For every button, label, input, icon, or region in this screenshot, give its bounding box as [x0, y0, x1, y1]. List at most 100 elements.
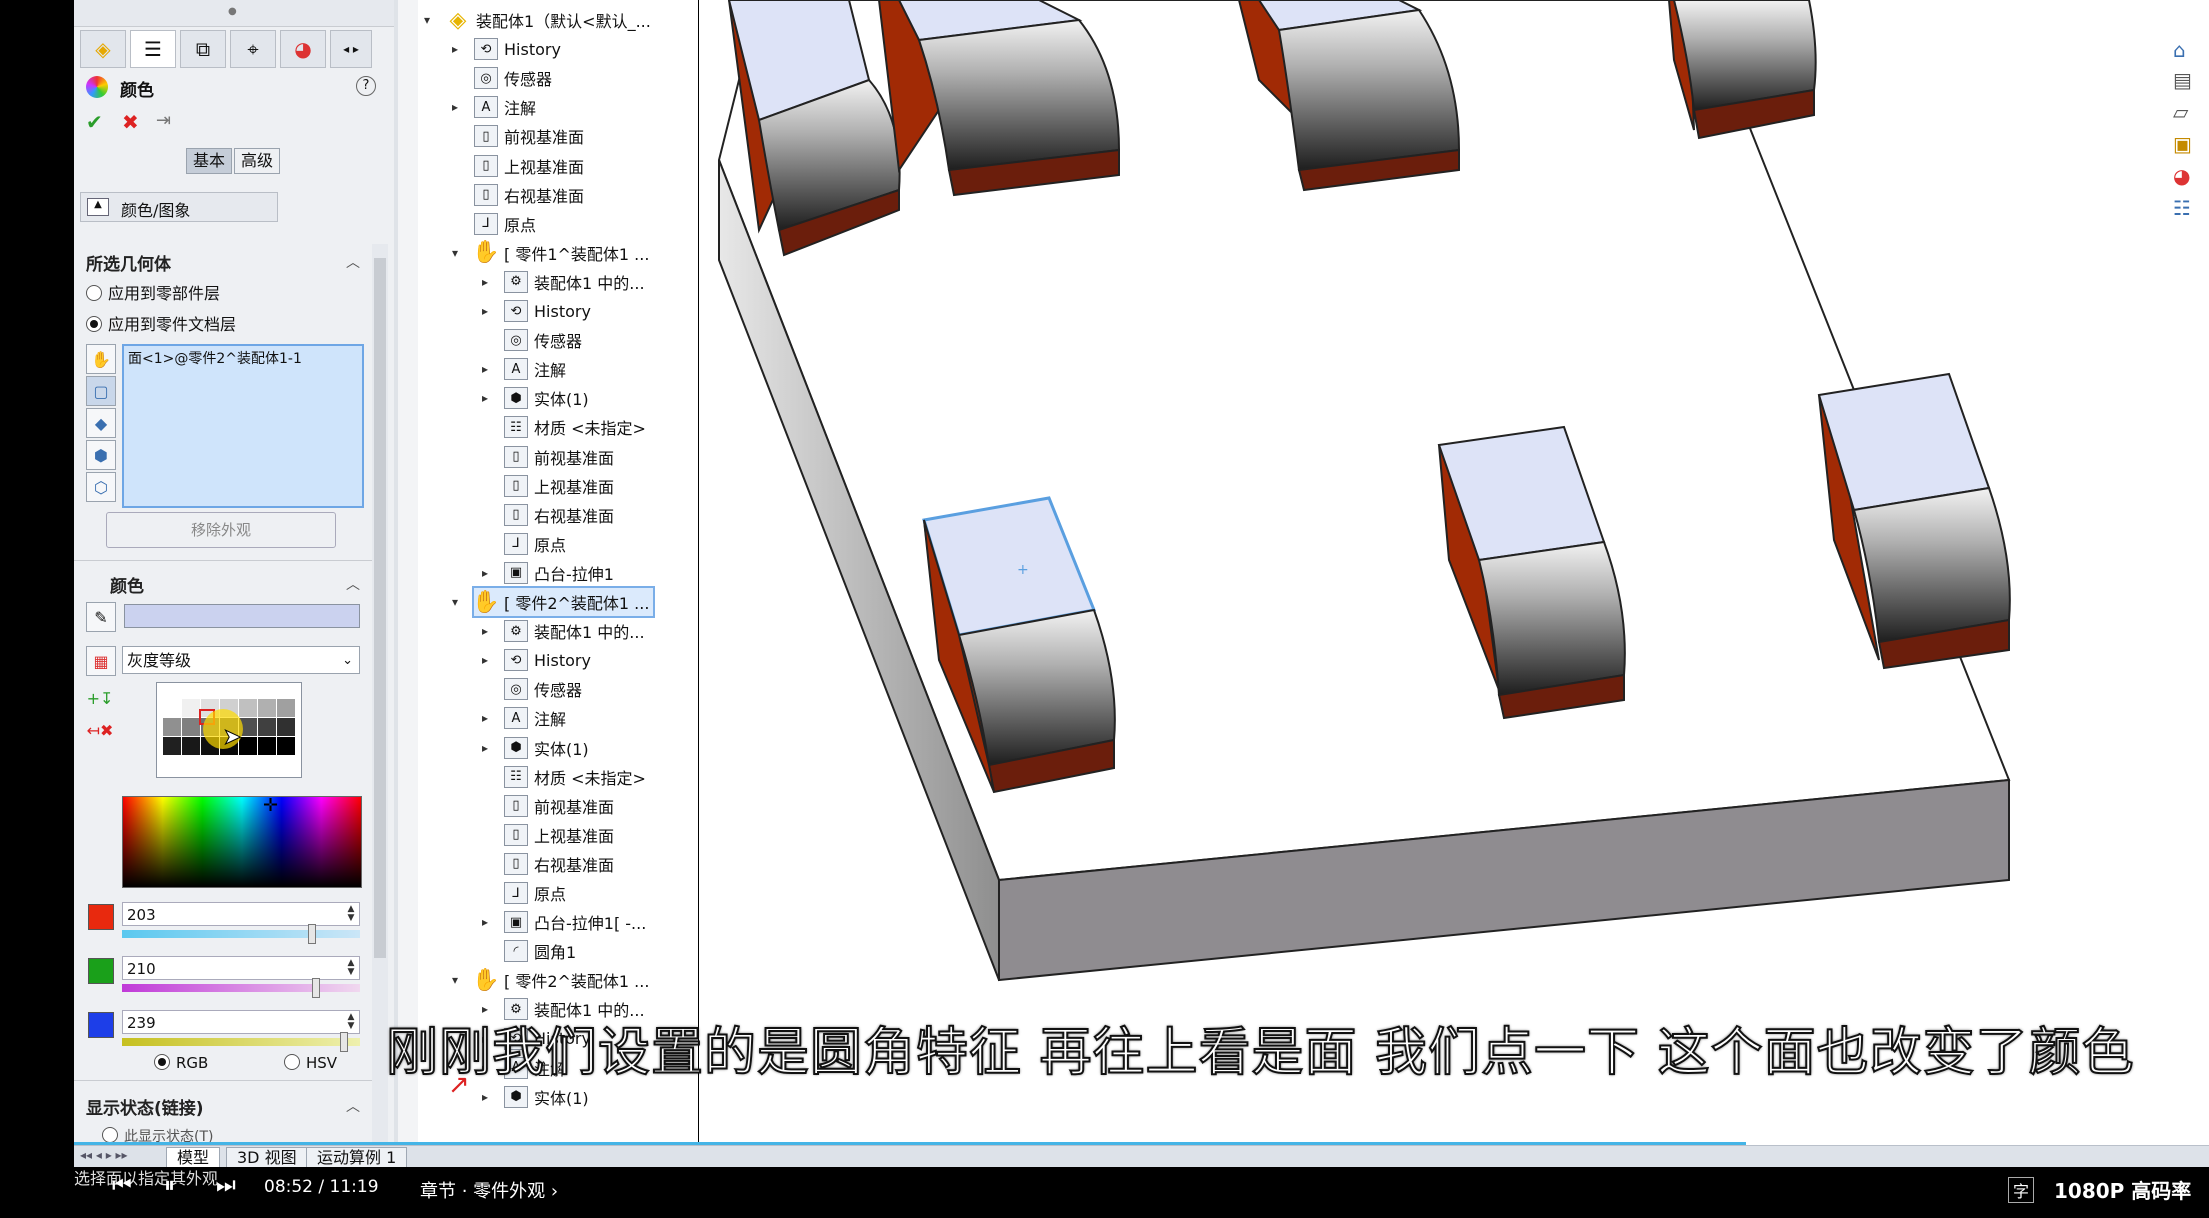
spinner-icon[interactable]: ▲ ▼: [345, 959, 357, 977]
tree-item[interactable]: ▯ 前视基准面: [504, 792, 614, 820]
tab-feature-manager[interactable]: ◈: [80, 30, 126, 68]
tree-item[interactable]: ▸ ⚙ 装配体1 中的...: [482, 268, 645, 296]
color-spectrum[interactable]: ✛: [122, 795, 362, 888]
tab-property-manager[interactable]: ☰: [130, 30, 176, 68]
quality-selector[interactable]: 1080P 高码率: [2054, 1175, 2191, 1204]
gray-swatch[interactable]: [239, 737, 257, 755]
custom-properties-icon[interactable]: ☷: [2173, 196, 2203, 228]
color-image-tab[interactable]: ▲ 颜色/图象: [80, 192, 278, 222]
add-swatch-button[interactable]: +↧: [86, 684, 114, 712]
green-slider[interactable]: [122, 978, 360, 998]
tree-item[interactable]: ◜ 圆角1: [504, 937, 576, 965]
tree-item[interactable]: ▯ 右视基准面: [504, 501, 614, 529]
red-slider-handle[interactable]: [307, 924, 316, 944]
swatch-grid[interactable]: ➤: [156, 682, 302, 778]
gray-swatch[interactable]: [182, 737, 200, 755]
blue-slider[interactable]: [122, 1032, 360, 1052]
tree-item[interactable]: ▸ A 注解: [452, 93, 536, 121]
filter-body-button[interactable]: ⬢: [86, 440, 116, 470]
gray-swatch[interactable]: [163, 699, 181, 717]
advanced-tab[interactable]: 高级: [234, 148, 281, 174]
appearances-icon[interactable]: ◕: [2173, 164, 2203, 196]
gray-swatch[interactable]: [163, 718, 181, 736]
gray-swatch[interactable]: [182, 718, 200, 736]
gray-swatch[interactable]: [258, 737, 276, 755]
basic-tab[interactable]: 基本: [186, 148, 233, 174]
gray-swatch[interactable]: [182, 699, 200, 717]
tab-display-manager[interactable]: ◕: [280, 30, 326, 68]
tree-item[interactable]: ▯ 前视基准面: [504, 443, 614, 471]
tree-item[interactable]: ⅃ 原点: [504, 530, 566, 558]
filter-face-button[interactable]: ▢: [86, 376, 116, 406]
view-palette-icon[interactable]: ▣: [2173, 132, 2203, 164]
tab-configuration-manager[interactable]: ⧉: [180, 30, 226, 68]
expand-arrow-icon[interactable]: ▸: [452, 100, 458, 114]
tree-item[interactable]: ▯ 右视基准面: [504, 850, 614, 878]
tab-3d-view[interactable]: 3D 视图: [226, 1147, 308, 1169]
remove-appearance-button[interactable]: 移除外观: [106, 512, 336, 548]
tree-item[interactable]: ▯ 前视基准面: [474, 122, 584, 150]
subtitle-toggle-icon[interactable]: 字: [2008, 1177, 2035, 1203]
next-icon[interactable]: ⏭: [216, 1173, 236, 1198]
spinner-icon[interactable]: ▲ ▼: [345, 1013, 357, 1031]
expand-arrow-icon[interactable]: ▸: [482, 741, 488, 755]
gray-swatch[interactable]: [258, 699, 276, 717]
pm-scrollbar[interactable]: [372, 244, 388, 1144]
mode-hsv-option[interactable]: HSV: [284, 1054, 337, 1072]
tree-item[interactable]: ▯ 上视基准面: [504, 472, 614, 500]
expand-arrow-icon[interactable]: ▸: [482, 711, 488, 725]
tree-item[interactable]: ▸ ⚙ 装配体1 中的...: [482, 617, 645, 645]
tree-item[interactable]: ▸ ▣ 凸台-拉伸1[ -...: [482, 908, 646, 936]
tree-item[interactable]: ◎ 传感器: [504, 326, 582, 354]
tree-item[interactable]: ⅃ 原点: [474, 210, 536, 238]
gray-swatch[interactable]: [277, 718, 295, 736]
palette-select[interactable]: 灰度等级 ⌄: [122, 646, 360, 674]
gray-swatch[interactable]: [277, 699, 295, 717]
tree-item[interactable]: ◎ 传感器: [474, 64, 552, 92]
ok-button[interactable]: ✔: [86, 110, 103, 134]
pause-icon[interactable]: ⏸: [164, 1173, 175, 1198]
block[interactable]: [1667, 0, 1817, 140]
tree-item[interactable]: ▯ 上视基准面: [504, 821, 614, 849]
tab-nav-arrows-icon[interactable]: ◂◂ ◂ ▸ ▸▸: [80, 1148, 128, 1162]
home-icon[interactable]: ⌂: [2173, 38, 2203, 68]
remove-swatch-button[interactable]: ↤✖: [86, 716, 114, 744]
spinner-icon[interactable]: ▲ ▼: [345, 905, 357, 923]
splitter-dot-icon[interactable]: ●: [228, 6, 237, 17]
gray-swatch[interactable]: [163, 737, 181, 755]
collapse-arrow-icon[interactable]: ▾: [424, 13, 430, 27]
pin-button[interactable]: ⇥: [156, 110, 171, 131]
tree-item[interactable]: ▸ ⟲ History: [482, 297, 591, 325]
gray-swatch[interactable]: [239, 699, 257, 717]
tree-item[interactable]: ▸ ⟲ History: [482, 646, 591, 674]
cancel-button[interactable]: ✖: [122, 110, 139, 134]
tree-item[interactable]: ▸ ⟲ History: [452, 35, 561, 63]
tree-item[interactable]: ▸ ▣ 凸台-拉伸1: [482, 559, 614, 587]
expand-arrow-icon[interactable]: ▸: [482, 304, 488, 318]
apply-part-option[interactable]: 应用到零件文档层: [86, 311, 236, 335]
tab-scroll-arrows[interactable]: ◂ ▸: [330, 30, 372, 68]
expand-arrow-icon[interactable]: ▸: [482, 391, 488, 405]
graphics-viewport[interactable]: + ⌂ ▤ ▱ ▣ ◕ ☷: [699, 0, 2209, 1145]
red-value-field[interactable]: 203 ▲ ▼: [122, 902, 360, 926]
collapse-caret-icon[interactable]: ︿: [346, 252, 360, 272]
collapse-caret-icon[interactable]: ︿: [346, 1096, 360, 1116]
expand-arrow-icon[interactable]: ▸: [482, 624, 488, 638]
tree-item[interactable]: ▾ ◈ 装配体1（默认<默认_...: [424, 6, 651, 34]
tab-dimxpert[interactable]: ⌖: [230, 30, 276, 68]
tree-item[interactable]: ☷ 材质 <未指定>: [504, 763, 646, 791]
red-slider[interactable]: [122, 924, 360, 944]
selection-item[interactable]: 面<1>@零件2^装配体1-1: [128, 348, 302, 368]
expand-arrow-icon[interactable]: ▸: [452, 42, 458, 56]
filter-feature-button[interactable]: ⬡: [86, 472, 116, 502]
tree-item[interactable]: ⅃ 原点: [504, 879, 566, 907]
tree-item[interactable]: ▸ A 注解: [482, 704, 566, 732]
blue-slider-handle[interactable]: [340, 1032, 349, 1052]
tree-item[interactable]: ▯ 上视基准面: [474, 152, 584, 180]
tree-item[interactable]: ▾ ✋[ 零件2^装配体1 ...: [452, 586, 656, 618]
previous-icon[interactable]: ⏮: [112, 1173, 132, 1198]
gray-swatch[interactable]: [258, 718, 276, 736]
tree-item[interactable]: ▸ A 注解: [482, 355, 566, 383]
tree-item[interactable]: ▸ ⬢ 实体(1): [482, 734, 589, 762]
filter-surface-button[interactable]: ◆: [86, 408, 116, 438]
